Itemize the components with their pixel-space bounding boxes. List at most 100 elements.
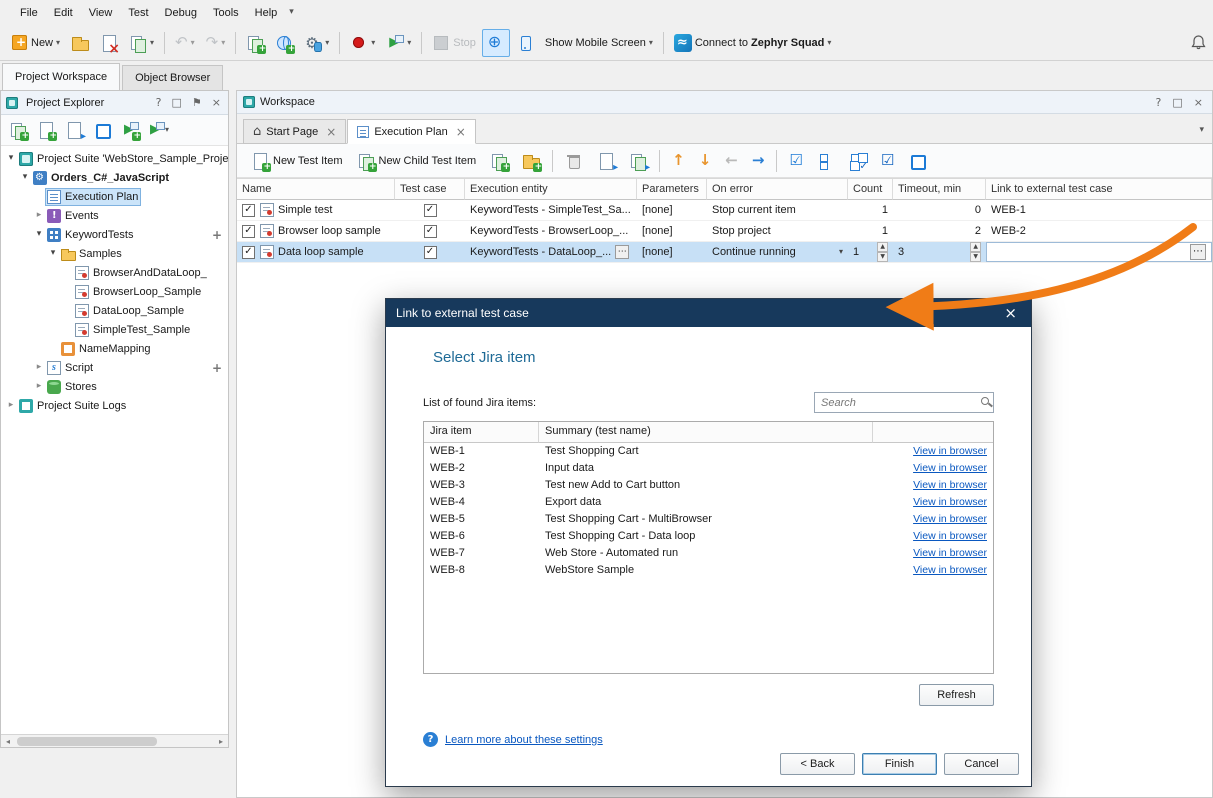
view-in-browser-link[interactable]: View in browser	[873, 511, 993, 528]
undo-button[interactable]: ↶ ▾	[170, 29, 200, 57]
new-child-test-item-button[interactable]: New Child Test Item	[351, 148, 483, 174]
column-header-parameters[interactable]: Parameters	[637, 179, 707, 200]
scrollbar-track[interactable]	[15, 735, 214, 747]
expander-icon[interactable]: ▸	[5, 401, 17, 410]
close-icon[interactable]: ×	[1191, 97, 1206, 108]
jira-row-web-2[interactable]: WEB-2 Input data View in browser	[424, 460, 993, 477]
redo-button[interactable]: ↷ ▾	[201, 29, 231, 57]
edit-item-button[interactable]: ▸	[61, 118, 87, 143]
count-stepper[interactable]: ▲▼	[877, 242, 888, 262]
test-case-checkbox[interactable]	[424, 204, 437, 217]
search-input[interactable]	[814, 392, 994, 413]
timeout-stepper[interactable]: ▲▼	[970, 242, 981, 262]
delete-item-button[interactable]	[559, 148, 589, 174]
save-all-button[interactable]: ▾	[124, 29, 159, 57]
record-button[interactable]: ▾	[345, 29, 380, 57]
float-icon[interactable]: □	[169, 97, 185, 108]
menu-debug[interactable]: Debug	[157, 3, 205, 23]
tree-item-project-suite[interactable]: ▾ Project Suite 'WebStore_Sample_Proje	[1, 149, 228, 168]
tree-item-browserloop[interactable]: BrowserLoop_Sample	[1, 282, 228, 301]
expander-icon[interactable]: ▾	[47, 249, 59, 258]
markers-button[interactable]	[89, 118, 115, 143]
dropdown-chevron-icon[interactable]: ▾	[839, 248, 843, 256]
expander-icon[interactable]: ▾	[33, 230, 45, 239]
view-in-browser-link[interactable]: View in browser	[873, 528, 993, 545]
scrollbar-thumb[interactable]	[17, 737, 157, 746]
outdent-button[interactable]: ←	[719, 148, 744, 174]
open-button[interactable]	[66, 29, 94, 57]
tree-item-events[interactable]: ▸ Events	[1, 206, 228, 225]
mobile-screen-icon-button[interactable]	[511, 29, 539, 57]
view-in-browser-link[interactable]: View in browser	[873, 477, 993, 494]
column-header-test-case[interactable]: Test case	[395, 179, 465, 200]
run-button[interactable]: ▾	[381, 29, 416, 57]
close-icon[interactable]: ×	[209, 97, 224, 108]
menu-help[interactable]: Help	[247, 3, 286, 23]
tab-execution-plan[interactable]: Execution Plan ×	[347, 119, 475, 144]
cancel-button[interactable]: Cancel	[944, 753, 1019, 775]
menu-file[interactable]: File	[12, 3, 46, 23]
import-items-button[interactable]: ▸	[623, 148, 653, 174]
new-button[interactable]: New ▾	[6, 29, 65, 57]
tab-project-workspace[interactable]: Project Workspace	[2, 63, 120, 90]
run-selected-button[interactable]	[117, 118, 143, 143]
expander-icon[interactable]: ▸	[33, 382, 45, 391]
dialog-header[interactable]: Link to external test case ×	[386, 299, 1031, 327]
learn-more-link[interactable]: Learn more about these settings	[445, 734, 603, 746]
column-header-name[interactable]: Name	[237, 179, 395, 200]
indent-button[interactable]: →	[746, 148, 771, 174]
run-project-button[interactable]: ▾	[145, 118, 171, 143]
move-down-button[interactable]: ↓	[693, 148, 718, 174]
copy-item-button[interactable]	[484, 148, 514, 174]
tree-item-keywordtests[interactable]: ▾ KeywordTests +	[1, 225, 228, 244]
close-project-button[interactable]	[95, 29, 123, 57]
jira-row-web-5[interactable]: WEB-5 Test Shopping Cart - MultiBrowser …	[424, 511, 993, 528]
jira-row-web-4[interactable]: WEB-4 Export data View in browser	[424, 494, 993, 511]
add-icon[interactable]: +	[212, 362, 222, 374]
test-case-checkbox[interactable]	[424, 225, 437, 238]
view-in-browser-link[interactable]: View in browser	[873, 460, 993, 477]
tree-item-script[interactable]: ▸ Script +	[1, 358, 228, 377]
move-up-button[interactable]: ↑	[666, 148, 691, 174]
column-header-on-error[interactable]: On error	[707, 179, 848, 200]
close-tab-icon[interactable]: ×	[326, 126, 336, 138]
check-group-button[interactable]	[843, 148, 873, 174]
row-checkbox[interactable]	[242, 246, 255, 259]
tree-item-stores[interactable]: ▸ Stores	[1, 377, 228, 396]
tab-object-browser[interactable]: Object Browser	[122, 65, 223, 90]
test-item-row-data-loop[interactable]: Data loop sample KeywordTests - DataLoop…	[237, 242, 1212, 263]
tree-item-dataloop[interactable]: DataLoop_Sample	[1, 301, 228, 320]
expander-icon[interactable]: ▾	[19, 173, 31, 182]
menu-tools[interactable]: Tools	[205, 3, 247, 23]
tree-item-browseranddataloop[interactable]: BrowserAndDataLoop_	[1, 263, 228, 282]
check-all-button[interactable]: ☑	[783, 148, 808, 174]
show-mobile-screen-button[interactable]: Show Mobile Screen ▾	[540, 29, 658, 57]
tree-item-simpletest[interactable]: SimpleTest_Sample	[1, 320, 228, 339]
column-header-link[interactable]: Link to external test case	[986, 179, 1212, 200]
close-tab-icon[interactable]: ×	[456, 126, 466, 138]
refresh-button[interactable]: Refresh	[919, 684, 994, 706]
column-header-jira-item[interactable]: Jira item	[424, 422, 539, 443]
jira-row-web-1[interactable]: WEB-1 Test Shopping Cart View in browser	[424, 443, 993, 460]
test-item-row-simple-test[interactable]: Simple test KeywordTests - SimpleTest_Sa…	[237, 200, 1212, 221]
expander-icon[interactable]: ▸	[33, 363, 45, 372]
tree-item-orders-project[interactable]: ▾ Orders_C#_JavaScript	[1, 168, 228, 187]
row-checkbox[interactable]	[242, 204, 255, 217]
link-browse-button[interactable]: ⋯	[1190, 244, 1206, 260]
column-header-count[interactable]: Count	[848, 179, 893, 200]
view-in-browser-link[interactable]: View in browser	[873, 443, 993, 460]
tab-start-page[interactable]: ⌂ Start Page ×	[243, 119, 346, 144]
back-button[interactable]: < Back	[780, 753, 855, 775]
row-checkbox[interactable]	[242, 225, 255, 238]
menu-edit[interactable]: Edit	[46, 3, 81, 23]
jira-row-web-6[interactable]: WEB-6 Test Shopping Cart - Data loop Vie…	[424, 528, 993, 545]
view-in-browser-link[interactable]: View in browser	[873, 545, 993, 562]
web-testing-button[interactable]	[270, 29, 298, 57]
tree-item-samples[interactable]: ▾ Samples	[1, 244, 228, 263]
browse-entity-button[interactable]: ⋯	[615, 245, 629, 259]
options-button[interactable]: ▾	[299, 29, 334, 57]
view-in-browser-link[interactable]: View in browser	[873, 562, 993, 579]
search-icon[interactable]	[981, 397, 989, 405]
close-icon[interactable]: ×	[1000, 306, 1021, 321]
export-items-button[interactable]: ▸	[591, 148, 621, 174]
